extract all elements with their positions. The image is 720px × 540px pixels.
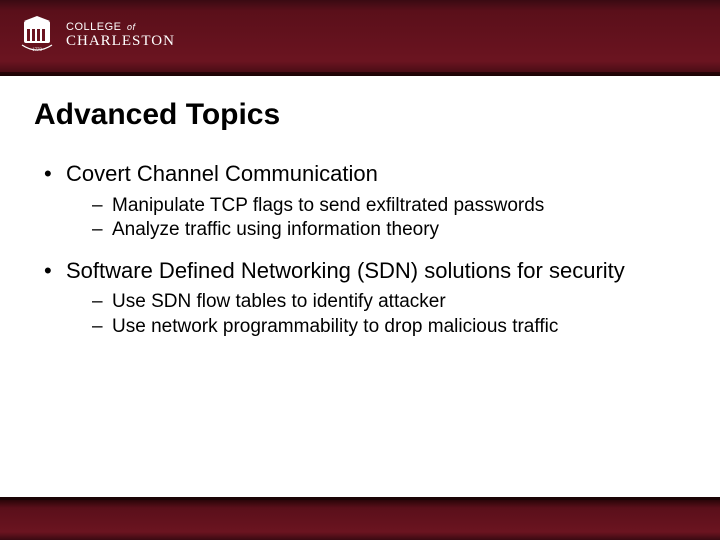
sub-bullet-text: Manipulate TCP flags to send exfiltrated… (112, 195, 544, 216)
sub-bullet-list: Manipulate TCP flags to send exfiltrated… (66, 194, 686, 243)
sub-bullet-item: Use network programmability to drop mali… (92, 315, 686, 340)
sub-bullet-item: Manipulate TCP flags to send exfiltrated… (92, 194, 686, 219)
bullet-item: Software Defined Networking (SDN) soluti… (44, 257, 686, 340)
svg-text:1770: 1770 (32, 48, 43, 53)
sub-bullet-text: Use SDN flow tables to identify attacker (112, 291, 446, 312)
wordmark-line1: COLLEGE (66, 21, 121, 33)
slide-title: Advanced Topics (34, 98, 686, 132)
bullet-text: Covert Channel Communication (66, 161, 378, 186)
sub-bullet-list: Use SDN flow tables to identify attacker… (66, 290, 686, 339)
slide: 1770 COLLEGE of CHARLESTON Advanced Topi… (0, 0, 720, 540)
college-crest-icon: 1770 (18, 15, 56, 57)
wordmark-of: of (127, 22, 136, 32)
bullet-item: Covert Channel Communication Manipulate … (44, 160, 686, 243)
wordmark-line2: CHARLESTON (66, 34, 175, 50)
slide-content: Advanced Topics Covert Channel Communica… (0, 72, 720, 500)
sub-bullet-item: Use SDN flow tables to identify attacker (92, 290, 686, 315)
bullet-text: Software Defined Networking (SDN) soluti… (66, 258, 625, 283)
logo: 1770 COLLEGE of CHARLESTON (18, 15, 175, 57)
logo-wordmark: COLLEGE of CHARLESTON (66, 22, 175, 49)
sub-bullet-text: Analyze traffic using information theory (112, 219, 439, 240)
sub-bullet-text: Use network programmability to drop mali… (112, 316, 558, 337)
bullet-list: Covert Channel Communication Manipulate … (34, 160, 686, 340)
header-bar: 1770 COLLEGE of CHARLESTON (0, 0, 720, 72)
footer-bar (0, 500, 720, 540)
sub-bullet-item: Analyze traffic using information theory (92, 218, 686, 243)
